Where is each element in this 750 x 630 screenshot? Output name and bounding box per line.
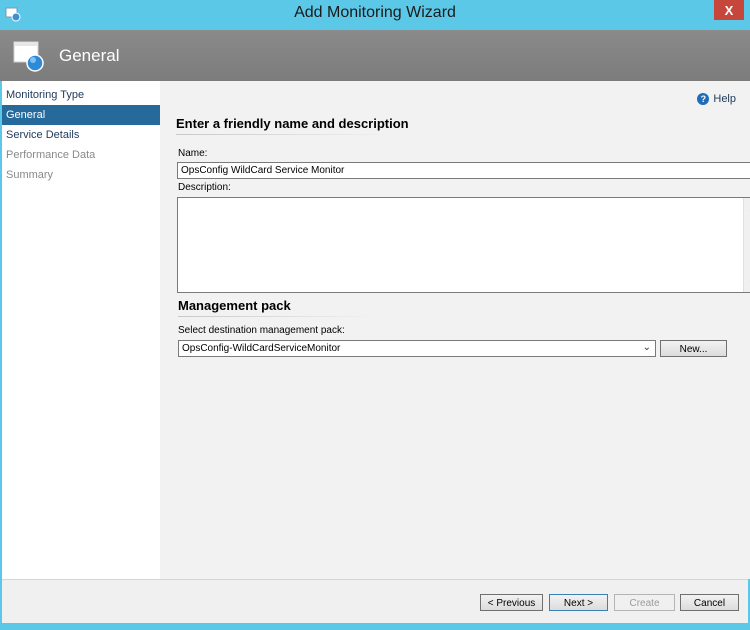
help-icon: ? bbox=[697, 93, 710, 105]
window-title: Add Monitoring Wizard bbox=[294, 4, 456, 21]
name-input[interactable] bbox=[177, 162, 750, 179]
close-button[interactable]: X bbox=[714, 0, 744, 20]
nav-item-monitoring-type[interactable]: Monitoring Type bbox=[2, 85, 160, 105]
title-bar: Add Monitoring Wizard X bbox=[0, 0, 750, 30]
cancel-button[interactable]: Cancel bbox=[680, 594, 739, 611]
management-pack-heading: Management pack bbox=[178, 298, 291, 313]
nav-item-general[interactable]: General bbox=[2, 105, 160, 125]
nav-item-performance-data: Performance Data bbox=[6, 149, 96, 161]
wizard-page-icon bbox=[13, 41, 44, 72]
nav-item-summary: Summary bbox=[6, 169, 54, 181]
section-divider bbox=[176, 134, 396, 135]
help-label: Help bbox=[713, 93, 736, 105]
wizard-steps-nav: Monitoring Type General Service Details … bbox=[2, 81, 160, 579]
page-title: General bbox=[59, 46, 120, 65]
description-textarea[interactable]: ▲ ▼ bbox=[177, 197, 750, 293]
management-pack-select-label: Select destination management pack: bbox=[178, 325, 345, 336]
scroll-up-icon[interactable]: ▲ bbox=[745, 200, 750, 215]
wizard-content: ? Help Enter a friendly name and descrip… bbox=[160, 81, 750, 579]
close-icon: X bbox=[724, 2, 734, 18]
nav-item-service-details[interactable]: Service Details bbox=[2, 125, 160, 145]
management-pack-selected: OpsConfig-WildCardServiceMonitor bbox=[182, 343, 341, 354]
chevron-down-icon: ⌄ bbox=[642, 342, 651, 353]
wizard-footer: < Previous Next > Create Cancel bbox=[2, 579, 748, 623]
description-label: Description: bbox=[178, 182, 231, 193]
next-button[interactable]: Next > bbox=[549, 594, 608, 611]
name-label: Name: bbox=[178, 148, 208, 159]
wizard-header: General bbox=[0, 30, 750, 81]
window-frame-bottom bbox=[0, 623, 750, 630]
management-pack-dropdown[interactable]: OpsConfig-WildCardServiceMonitor ⌄ bbox=[178, 340, 656, 357]
create-button: Create bbox=[614, 594, 675, 611]
section-divider bbox=[178, 316, 378, 317]
general-section-heading: Enter a friendly name and description bbox=[176, 116, 409, 131]
help-link[interactable]: ? Help bbox=[697, 93, 736, 105]
previous-button[interactable]: < Previous bbox=[480, 594, 543, 611]
description-scrollbar[interactable]: ▲ ▼ bbox=[743, 198, 750, 292]
scroll-down-icon[interactable]: ▼ bbox=[745, 275, 750, 290]
new-management-pack-button[interactable]: New... bbox=[660, 340, 727, 357]
